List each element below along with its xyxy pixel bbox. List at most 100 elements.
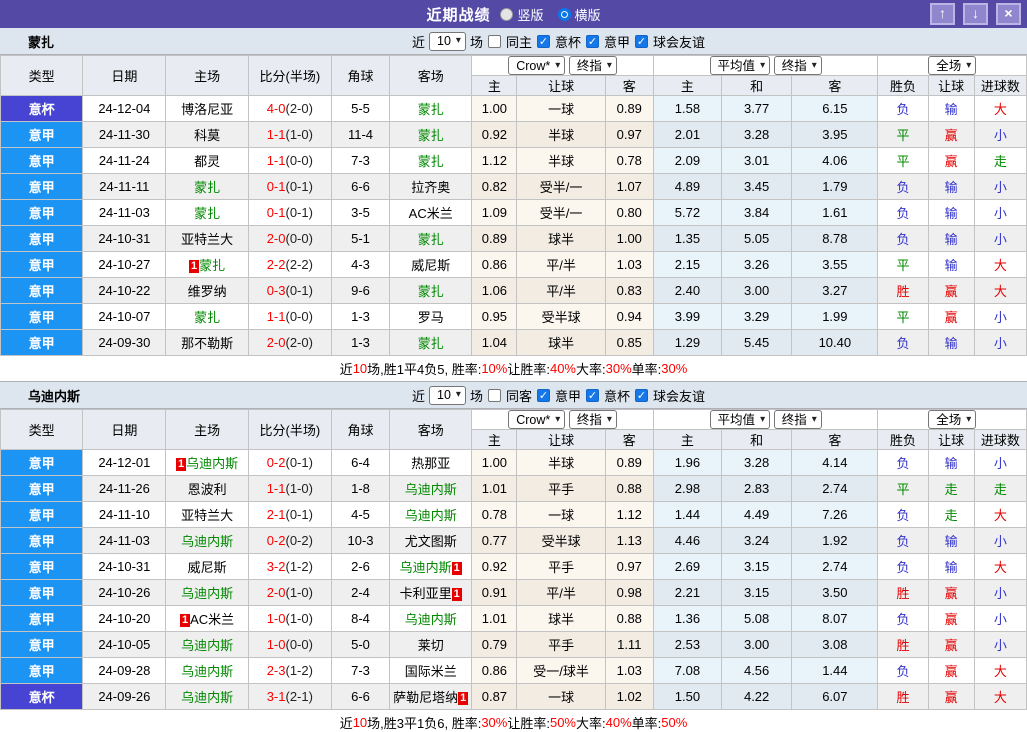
league-checkbox-意杯[interactable]: ✓ bbox=[585, 388, 599, 402]
odds-company-select[interactable]: Crow* ▾ bbox=[508, 410, 566, 429]
league-checkbox-球会友谊[interactable]: ✓ bbox=[635, 388, 648, 402]
avg-source-select[interactable]: 平均值 ▾ bbox=[709, 56, 771, 75]
score-cell: 0-2(0-2) bbox=[247, 527, 332, 554]
home-team-name: 乌迪内斯 bbox=[181, 638, 234, 653]
type-cell: 意甲 bbox=[0, 277, 84, 304]
team-name: 乌迪内斯 bbox=[28, 388, 81, 404]
date-cell: 24-10-31 bbox=[82, 225, 167, 252]
avg-draw-cell: 3.00 bbox=[721, 277, 793, 304]
home-team-name: 蒙扎 bbox=[194, 180, 221, 195]
goals-result-cell: 大 bbox=[973, 553, 1027, 580]
league-checkbox-意甲[interactable]: ✓ bbox=[536, 388, 550, 402]
match-result-cell: 负 bbox=[877, 449, 929, 476]
col-header-avg-home: 主 bbox=[652, 75, 723, 96]
goals-result-cell: 小 bbox=[973, 527, 1027, 554]
avg-home-cell: 1.50 bbox=[652, 683, 723, 710]
home-team-name: 科莫 bbox=[194, 128, 221, 143]
match-count-select[interactable]: 10 ▾ bbox=[429, 31, 466, 51]
summary-text: 大率: bbox=[576, 716, 606, 731]
away-team-name: 蒙扎 bbox=[417, 284, 444, 299]
match-count-select[interactable]: 10 ▾ bbox=[429, 385, 466, 405]
match-result-cell: 平 bbox=[877, 121, 929, 148]
date-cell: 24-11-26 bbox=[82, 475, 167, 502]
corner-cell: 7-3 bbox=[330, 147, 391, 174]
league-label: 意杯 bbox=[603, 388, 630, 404]
same-venue-checkbox[interactable] bbox=[487, 388, 501, 402]
away-team-cell: AC米兰 bbox=[389, 199, 473, 226]
chevron-down-icon: ▾ bbox=[966, 413, 972, 425]
away-team-name: 卡利亚里 bbox=[399, 586, 452, 601]
same-venue-checkbox[interactable] bbox=[487, 34, 501, 48]
filter-row: 蒙扎 近 10 ▾ 场 同主 ✓ 意杯 ✓ 意甲 ✓ 球会友谊 bbox=[0, 28, 1027, 55]
home-team-cell: 乌迪内斯 bbox=[165, 527, 249, 554]
home-odds-cell: 0.92 bbox=[471, 121, 518, 148]
handicap-result-cell: 赢 bbox=[927, 147, 975, 174]
window-buttons: ↑ ↓ × bbox=[930, 3, 1021, 25]
avg-time-select[interactable]: 终指 ▾ bbox=[773, 56, 822, 75]
half-time-score: (0-1) bbox=[285, 507, 313, 522]
scope-select[interactable]: 全场 ▾ bbox=[928, 410, 977, 429]
col-header-score: 比分(半场) bbox=[247, 409, 332, 450]
type-cell: 意甲 bbox=[0, 121, 84, 148]
col-header-score: 比分(半场) bbox=[247, 55, 332, 96]
close-button[interactable]: × bbox=[996, 3, 1021, 25]
col-header-odds-away: 客 bbox=[604, 429, 654, 450]
scroll-up-button[interactable]: ↑ bbox=[930, 3, 955, 25]
recent-results-panel: 近期战绩 竖版 横版 ↑ ↓ × 蒙扎 近 10 ▾ 场同主 ✓ 意杯 ✓ 意甲 ✓ 球会友谊 类型 日… bbox=[0, 0, 1027, 732]
avg-home-cell: 2.69 bbox=[652, 553, 723, 580]
league-checkbox-意甲[interactable]: ✓ bbox=[585, 34, 599, 48]
score-cell: 0-3(0-1) bbox=[247, 277, 332, 304]
goals-result-cell: 大 bbox=[973, 683, 1027, 710]
match-result-cell: 负 bbox=[877, 199, 929, 226]
layout-radio-竖版[interactable]: 竖版 bbox=[500, 5, 544, 24]
goals-result-cell: 小 bbox=[973, 579, 1027, 606]
away-team-cell: 尤文图斯 bbox=[389, 527, 473, 554]
type-cell: 意杯 bbox=[0, 95, 84, 122]
away-team-name: 热那亚 bbox=[411, 456, 451, 471]
goals-result-cell: 大 bbox=[973, 501, 1027, 528]
layout-radio-横版[interactable]: 横版 bbox=[557, 5, 601, 24]
score-cell: 2-0(1-0) bbox=[247, 579, 332, 606]
odds-company-select[interactable]: Crow* ▾ bbox=[508, 56, 566, 75]
home-odds-cell: 1.09 bbox=[471, 199, 518, 226]
date-cell: 24-10-05 bbox=[82, 631, 167, 658]
avg-home-cell: 2.21 bbox=[652, 579, 723, 606]
home-team-cell: 博洛尼亚 bbox=[165, 95, 249, 122]
avg-source-select[interactable]: 平均值 ▾ bbox=[709, 410, 771, 429]
home-odds-cell: 1.01 bbox=[471, 475, 518, 502]
league-label: 意甲 bbox=[603, 34, 630, 50]
corner-cell: 8-4 bbox=[330, 605, 391, 632]
home-team-cell: 乌迪内斯 bbox=[165, 579, 249, 606]
away-odds-cell: 0.97 bbox=[604, 121, 654, 148]
odds-time-select[interactable]: 终指 ▾ bbox=[568, 410, 617, 429]
match-row: 意甲 24-12-01 1 乌迪内斯 0-2(0-1) 6-4 热那亚 1.00 半球 0.89 1… bbox=[0, 449, 1027, 476]
scroll-down-button[interactable]: ↓ bbox=[963, 3, 988, 25]
league-checkbox-球会友谊[interactable]: ✓ bbox=[635, 34, 648, 48]
home-team-name: 亚特兰大 bbox=[181, 232, 234, 247]
league-checkbox-意杯[interactable]: ✓ bbox=[536, 34, 550, 48]
away-team-cell: 热那亚 bbox=[389, 449, 473, 476]
scope-select[interactable]: 全场 ▾ bbox=[928, 56, 977, 75]
radio-label: 横版 bbox=[574, 7, 601, 23]
col-header-result: 胜负 bbox=[877, 429, 929, 450]
avg-home-cell: 7.08 bbox=[652, 657, 723, 684]
col-header-avg-draw: 和 bbox=[721, 429, 793, 450]
half-time-score: (0-0) bbox=[285, 637, 313, 652]
away-team-cell: 乌迪内斯 1 bbox=[389, 553, 473, 580]
avg-away-cell: 3.27 bbox=[791, 277, 879, 304]
home-team-cell: 乌迪内斯 bbox=[165, 631, 249, 658]
odds-time-select[interactable]: 终指 ▾ bbox=[568, 56, 617, 75]
home-odds-cell: 1.04 bbox=[471, 329, 518, 356]
avg-away-cell: 10.40 bbox=[791, 329, 879, 356]
home-team-name: 威尼斯 bbox=[187, 560, 227, 575]
chevron-down-icon: ▾ bbox=[555, 59, 561, 71]
score-cell: 3-1(2-1) bbox=[247, 683, 332, 710]
avg-home-cell: 5.72 bbox=[652, 199, 723, 226]
away-team-name: 蒙扎 bbox=[417, 336, 444, 351]
avg-time-select[interactable]: 终指 ▾ bbox=[773, 410, 822, 429]
summary-text: 30% bbox=[661, 361, 688, 376]
avg-away-cell: 1.79 bbox=[791, 173, 879, 200]
full-time-score: 0-2 bbox=[266, 455, 286, 470]
avg-home-cell: 2.01 bbox=[652, 121, 723, 148]
summary-text: 30% bbox=[605, 361, 632, 376]
